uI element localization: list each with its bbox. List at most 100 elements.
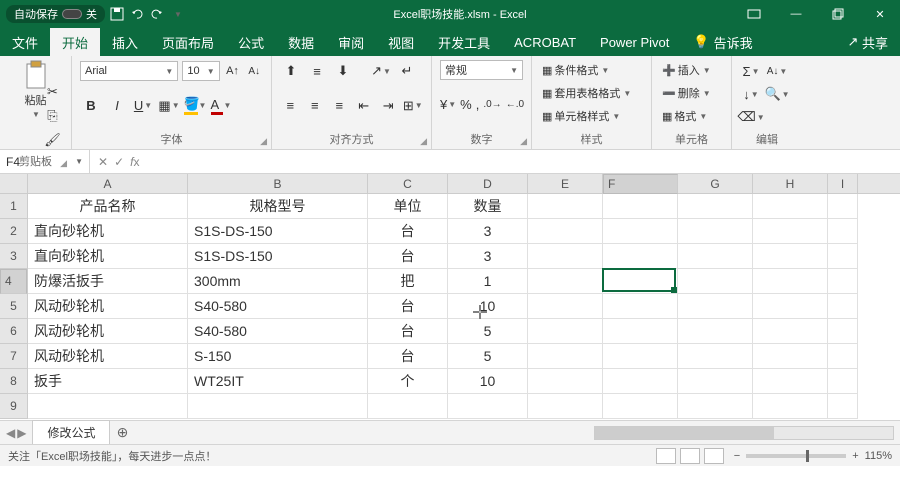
dialog-launcher-icon[interactable]: ◢: [60, 158, 67, 169]
ribbon-options-icon[interactable]: [734, 0, 774, 28]
spreadsheet-grid[interactable]: ABCDEFGHI 123456789 产品名称规格型号单位数量直向砂轮机S1S…: [0, 174, 900, 420]
align-bottom-icon[interactable]: ⬇: [332, 60, 354, 82]
minimize-button[interactable]: —: [776, 0, 816, 28]
tab-insert[interactable]: 插入: [100, 28, 150, 56]
cell[interactable]: [528, 269, 603, 294]
cell[interactable]: [753, 269, 828, 294]
column-header[interactable]: D: [448, 174, 528, 193]
cell[interactable]: [753, 244, 828, 269]
column-header[interactable]: A: [28, 174, 188, 193]
increase-font-icon[interactable]: A↑: [224, 60, 242, 82]
italic-button[interactable]: I: [106, 95, 128, 117]
insert-cells-button[interactable]: ➕插入▼: [660, 60, 723, 80]
cell[interactable]: 数量: [448, 194, 528, 219]
format-painter-icon[interactable]: 🖌: [42, 129, 64, 151]
cell[interactable]: [753, 294, 828, 319]
select-all-corner[interactable]: [0, 174, 28, 194]
cell[interactable]: 1: [448, 269, 528, 294]
cell[interactable]: S1S-DS-150: [188, 244, 368, 269]
normal-view-icon[interactable]: [656, 448, 676, 464]
format-cells-button[interactable]: ▦格式▼: [660, 106, 723, 126]
tab-page-layout[interactable]: 页面布局: [150, 28, 226, 56]
cell[interactable]: [368, 394, 448, 419]
cell[interactable]: 10: [448, 369, 528, 394]
merge-cells-icon[interactable]: ⊞▼: [403, 95, 424, 117]
cell[interactable]: [828, 269, 858, 294]
cell[interactable]: [678, 344, 753, 369]
align-right-icon[interactable]: ≡: [329, 95, 350, 117]
cell[interactable]: [828, 319, 858, 344]
bold-button[interactable]: B: [80, 95, 102, 117]
cell[interactable]: [678, 369, 753, 394]
tab-view[interactable]: 视图: [376, 28, 426, 56]
cell[interactable]: [603, 294, 678, 319]
cancel-formula-icon[interactable]: ✕: [98, 155, 108, 169]
tab-developer[interactable]: 开发工具: [426, 28, 502, 56]
cell[interactable]: 扳手: [28, 369, 188, 394]
autosum-icon[interactable]: Σ▼: [740, 60, 762, 82]
conditional-formatting-button[interactable]: ▦条件格式▼: [540, 60, 643, 80]
fill-color-button[interactable]: 🪣▼: [184, 95, 206, 117]
tab-file[interactable]: 文件: [0, 28, 50, 56]
cell[interactable]: [678, 294, 753, 319]
column-header[interactable]: B: [188, 174, 368, 193]
tab-home[interactable]: 开始: [50, 28, 100, 56]
cell[interactable]: 产品名称: [28, 194, 188, 219]
cell[interactable]: [678, 219, 753, 244]
cell[interactable]: [753, 319, 828, 344]
cell[interactable]: S-150: [188, 344, 368, 369]
column-header[interactable]: F: [603, 174, 678, 194]
align-middle-icon[interactable]: ≡: [306, 60, 328, 82]
row-header[interactable]: 5: [0, 294, 27, 319]
qat-dropdown-icon[interactable]: ▼: [170, 6, 186, 22]
fx-icon[interactable]: fx: [130, 155, 139, 169]
cell[interactable]: [448, 394, 528, 419]
cell[interactable]: 5: [448, 344, 528, 369]
cell[interactable]: [603, 369, 678, 394]
cell[interactable]: [603, 344, 678, 369]
decrease-font-icon[interactable]: A↓: [245, 60, 263, 82]
sort-icon[interactable]: A↓▼: [766, 60, 788, 82]
format-as-table-button[interactable]: ▦套用表格格式▼: [540, 83, 643, 103]
copy-icon[interactable]: ⎘: [42, 105, 64, 127]
cell[interactable]: 风动砂轮机: [28, 344, 188, 369]
page-layout-view-icon[interactable]: [680, 448, 700, 464]
cell[interactable]: [828, 244, 858, 269]
cell[interactable]: [528, 319, 603, 344]
font-size-select[interactable]: 10▼: [182, 61, 219, 81]
cell[interactable]: [678, 269, 753, 294]
cell[interactable]: [828, 294, 858, 319]
cell[interactable]: 规格型号: [188, 194, 368, 219]
cell[interactable]: [603, 269, 678, 294]
cell[interactable]: 台: [368, 344, 448, 369]
restore-button[interactable]: [818, 0, 858, 28]
zoom-out-button[interactable]: −: [734, 450, 740, 462]
enter-formula-icon[interactable]: ✓: [114, 155, 124, 169]
cell[interactable]: 风动砂轮机: [28, 319, 188, 344]
cell[interactable]: 3: [448, 219, 528, 244]
tab-acrobat[interactable]: ACROBAT: [502, 28, 588, 56]
row-header[interactable]: 2: [0, 219, 27, 244]
page-break-view-icon[interactable]: [704, 448, 724, 464]
orientation-icon[interactable]: ↗▼: [370, 60, 392, 82]
cell[interactable]: [678, 194, 753, 219]
sheet-tab[interactable]: 修改公式: [32, 420, 110, 444]
cell[interactable]: 个: [368, 369, 448, 394]
align-left-icon[interactable]: ≡: [280, 95, 301, 117]
column-header[interactable]: E: [528, 174, 603, 193]
tab-formulas[interactable]: 公式: [226, 28, 276, 56]
close-button[interactable]: ✕: [860, 0, 900, 28]
cell[interactable]: [188, 394, 368, 419]
cell[interactable]: 台: [368, 319, 448, 344]
cell[interactable]: [828, 344, 858, 369]
redo-icon[interactable]: [149, 6, 165, 22]
cell[interactable]: WT25IT: [188, 369, 368, 394]
border-button[interactable]: ▦▼: [158, 95, 180, 117]
cell[interactable]: [678, 244, 753, 269]
add-sheet-button[interactable]: ⊕: [110, 424, 134, 441]
font-name-select[interactable]: Arial▼: [80, 61, 178, 81]
cell[interactable]: S40-580: [188, 294, 368, 319]
tab-data[interactable]: 数据: [276, 28, 326, 56]
cut-icon[interactable]: ✂: [42, 81, 64, 103]
tab-review[interactable]: 审阅: [326, 28, 376, 56]
